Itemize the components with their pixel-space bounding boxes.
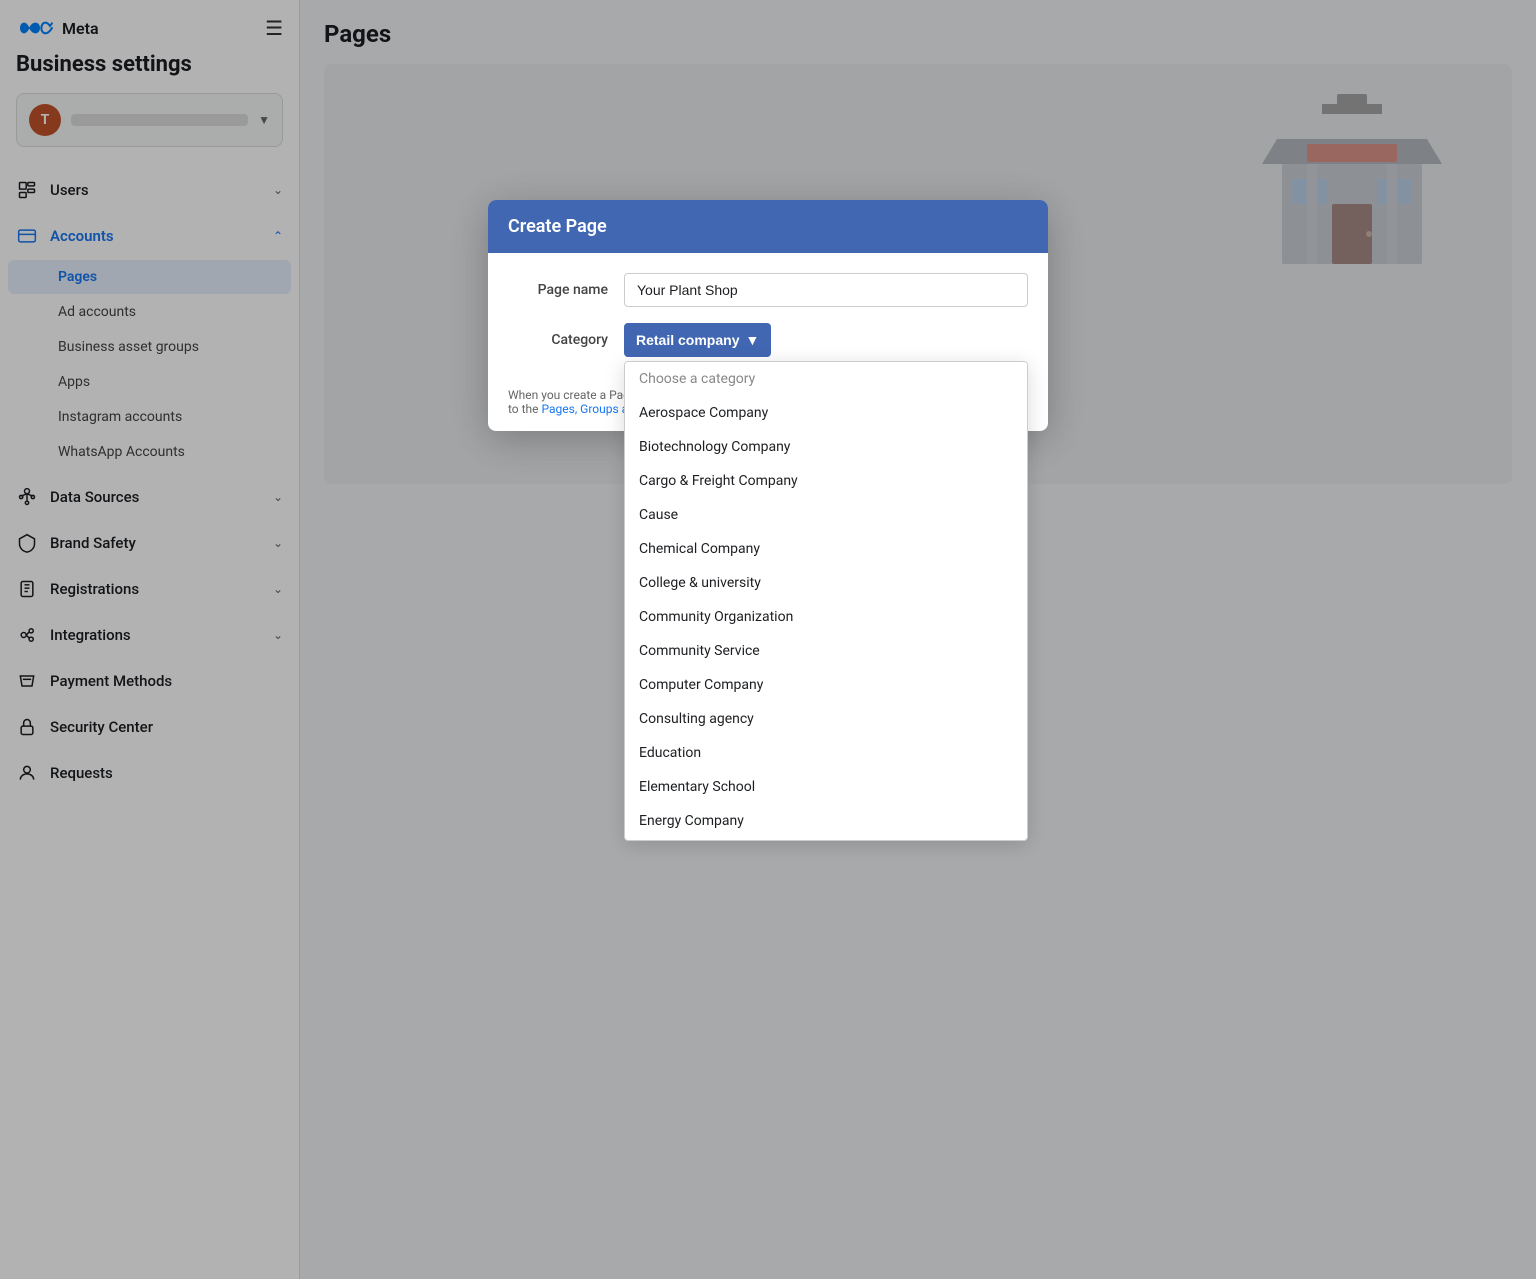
dropdown-item-placeholder[interactable]: Choose a category: [625, 362, 1027, 396]
dropdown-item-college[interactable]: College & university: [625, 566, 1027, 600]
dropdown-item-community-service[interactable]: Community Service: [625, 634, 1027, 668]
category-label: Category: [508, 332, 608, 348]
dropdown-item-biotech[interactable]: Biotechnology Company: [625, 430, 1027, 464]
page-name-label: Page name: [508, 282, 608, 298]
category-chevron-icon: ▼: [745, 332, 759, 348]
category-dropdown-list: Choose a category Aerospace Company Biot…: [624, 361, 1028, 841]
page-name-input[interactable]: [624, 273, 1028, 307]
dropdown-item-aerospace[interactable]: Aerospace Company: [625, 396, 1027, 430]
dropdown-item-cause[interactable]: Cause: [625, 498, 1027, 532]
create-page-dialog: Create Page Page name Category Retail co…: [488, 200, 1048, 431]
dialog-title: Create Page: [508, 216, 607, 237]
dialog-header: Create Page: [488, 200, 1048, 253]
dropdown-item-chemical[interactable]: Chemical Company: [625, 532, 1027, 566]
dropdown-item-government[interactable]: Government organization: [625, 838, 1027, 841]
dropdown-item-consulting[interactable]: Consulting agency: [625, 702, 1027, 736]
dropdown-item-elementary[interactable]: Elementary School: [625, 770, 1027, 804]
category-button[interactable]: Retail company ▼: [624, 323, 771, 357]
dropdown-item-education[interactable]: Education: [625, 736, 1027, 770]
category-selected-label: Retail company: [636, 332, 739, 348]
dropdown-item-community-org[interactable]: Community Organization: [625, 600, 1027, 634]
category-dropdown-container: Retail company ▼ Choose a category Aeros…: [624, 323, 1028, 357]
dropdown-item-computer[interactable]: Computer Company: [625, 668, 1027, 702]
category-row: Category Retail company ▼ Choose a categ…: [508, 323, 1028, 357]
dropdown-item-cargo[interactable]: Cargo & Freight Company: [625, 464, 1027, 498]
dialog-overlay: Create Page Page name Category Retail co…: [0, 0, 1536, 1279]
dropdown-item-energy[interactable]: Energy Company: [625, 804, 1027, 838]
dialog-body: Page name Category Retail company ▼ Choo…: [488, 253, 1048, 357]
page-name-row: Page name: [508, 273, 1028, 307]
